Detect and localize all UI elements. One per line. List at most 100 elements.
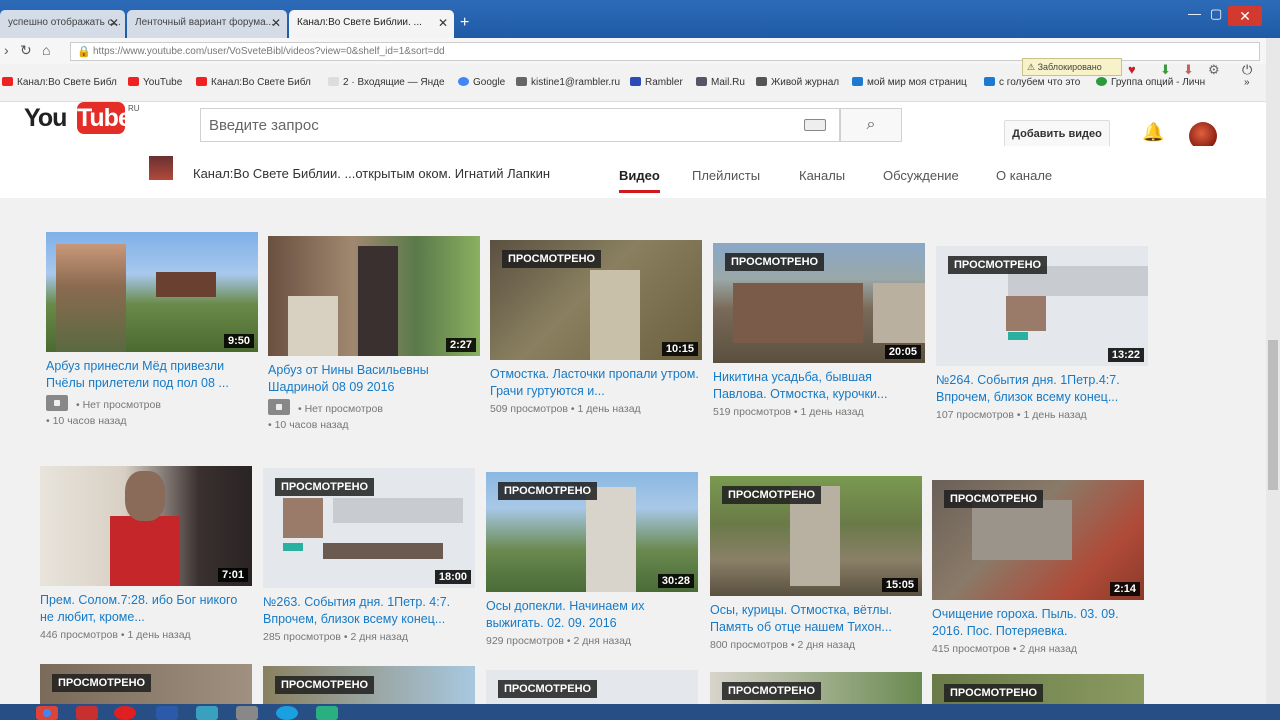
- video-title[interactable]: Отмостка. Ласточки пропали утром. Грачи …: [490, 366, 702, 400]
- bookmark-item[interactable]: YouTube: [128, 77, 182, 88]
- bookmark-item[interactable]: мой мир моя страниц: [852, 77, 967, 88]
- reload-icon[interactable]: ↻: [20, 42, 32, 59]
- bookmark-item[interactable]: Канал:Во Свете Библ: [2, 77, 117, 88]
- video-title[interactable]: Никитина усадьба, бывшая Павлова. Отмост…: [713, 369, 925, 403]
- bookmark-item[interactable]: Rambler: [630, 77, 683, 88]
- app-icon[interactable]: [76, 706, 98, 720]
- watched-badge: ПРОСМОТРЕНО: [275, 676, 375, 694]
- video-thumbnail[interactable]: 7:01: [40, 466, 252, 586]
- video-thumbnail[interactable]: ПРОСМОТРЕНО 13:22: [936, 246, 1148, 366]
- video-title[interactable]: Очищение гороха. Пыль. 03. 09. 2016. Пос…: [932, 606, 1144, 640]
- close-window-button[interactable]: ✕: [1228, 6, 1262, 26]
- close-tab-icon[interactable]: ✕: [438, 16, 448, 30]
- video-thumbnail[interactable]: ПРОСМОТРЕНО 20:05: [713, 243, 925, 363]
- video-card[interactable]: ПРОСМОТРЕНО 18:00 №263. События дня. 1Пе…: [263, 468, 475, 643]
- bookmark-item[interactable]: Группа опций - Личн: [1096, 77, 1205, 88]
- video-thumbnail[interactable]: ПРОСМОТРЕНО 30:28: [486, 472, 698, 592]
- views-text: 519 просмотров: [713, 406, 791, 418]
- browser-tab-1[interactable]: успешно отображать с... ✕: [0, 10, 125, 38]
- video-card[interactable]: ПРОСМОТРЕНО 13:22 №264. События дня. 1Пе…: [936, 246, 1148, 421]
- video-title[interactable]: Арбуз от Нины Васильевны Шадриной 08 09 …: [268, 362, 480, 396]
- video-card[interactable]: ПРОСМОТРЕНО 30:28 Осы допекли. Начинаем …: [486, 472, 698, 647]
- video-card[interactable]: ПРОСМОТРЕНО 2:14 Очищение гороха. Пыль. …: [932, 480, 1144, 655]
- bookmark-label: Группа опций - Личн: [1111, 77, 1206, 88]
- channel-name[interactable]: Канал:Во Свете Библии. ...открытым оком.…: [193, 166, 550, 181]
- tab-videos[interactable]: Видео: [619, 168, 660, 193]
- forward-icon[interactable]: ›: [4, 42, 9, 58]
- video-thumbnail[interactable]: 2:27: [268, 236, 480, 356]
- video-card[interactable]: 7:01 Прем. Солом.7:28. ибо Бог никого не…: [40, 466, 252, 641]
- add-video-button[interactable]: Добавить видео: [1004, 120, 1110, 148]
- search-button[interactable]: ⌕: [840, 108, 902, 142]
- home-icon[interactable]: ⌂: [42, 42, 50, 58]
- scrollbar-thumb[interactable]: [1268, 340, 1278, 490]
- power-icon[interactable]: ⏻: [1242, 62, 1252, 78]
- video-card[interactable]: ПРОСМОТРЕНО 10:15 Отмостка. Ласточки про…: [490, 240, 702, 415]
- video-thumbnail[interactable]: ПРОСМОТРЕНО 2:14: [932, 480, 1144, 600]
- tab-channels[interactable]: Каналы: [799, 168, 845, 183]
- chrome-icon[interactable]: [36, 706, 58, 720]
- video-card[interactable]: ПРОСМОТРЕНО 20:05 Никитина усадьба, бывш…: [713, 243, 925, 418]
- google-icon: [458, 77, 469, 86]
- close-tab-icon[interactable]: ✕: [109, 16, 119, 30]
- download-icon[interactable]: ⬇: [1160, 62, 1171, 78]
- tab-about[interactable]: О канале: [996, 168, 1052, 183]
- channel-avatar[interactable]: [149, 156, 173, 180]
- video-card[interactable]: ПРОСМОТРЕНО 15:05 Осы, курицы. Отмостка,…: [710, 476, 922, 651]
- keyboard-icon[interactable]: [804, 119, 826, 131]
- video-card[interactable]: 9:50 Арбуз принесли Мёд привезли Пчёлы п…: [46, 232, 258, 427]
- bookmark-item[interactable]: 2 · Входящие — Янде: [328, 77, 445, 88]
- bookmark-label: Mail.Ru: [711, 77, 745, 88]
- video-age: • 10 часов назад: [46, 415, 127, 427]
- opera-icon[interactable]: [114, 706, 136, 720]
- video-thumbnail[interactable]: ПРОСМОТРЕНО 18:00: [263, 468, 475, 588]
- app-icon[interactable]: [196, 706, 218, 720]
- video-title[interactable]: Осы допекли. Начинаем их выжигать. 02. 0…: [486, 598, 698, 632]
- views-text: 509 просмотров: [490, 403, 568, 415]
- tab-playlists[interactable]: Плейлисты: [692, 168, 760, 183]
- bookmark-item[interactable]: Mail.Ru: [696, 77, 745, 88]
- video-card[interactable]: 2:27 Арбуз от Нины Васильевны Шадриной 0…: [268, 236, 480, 431]
- video-meta: 446 просмотров • 1 день назад: [40, 629, 191, 641]
- bookmark-item[interactable]: Канал:Во Свете Библ: [196, 77, 311, 88]
- minimize-icon[interactable]: —: [1188, 6, 1201, 21]
- bookmark-label: Канал:Во Свете Библ: [211, 77, 311, 88]
- more-bookmarks-icon[interactable]: »: [1244, 77, 1250, 88]
- video-title[interactable]: Арбуз принесли Мёд привезли Пчёлы прилет…: [46, 358, 258, 392]
- bell-icon[interactable]: 🔔: [1142, 122, 1164, 143]
- blocked-indicator[interactable]: ⚠ Заблокировано: [1022, 58, 1122, 76]
- word-icon[interactable]: [156, 706, 178, 720]
- bookmark-item[interactable]: Живой журнал: [756, 77, 839, 88]
- bookmark-item[interactable]: Google: [458, 77, 505, 88]
- video-thumbnail[interactable]: ПРОСМОТРЕНО 10:15: [490, 240, 702, 360]
- tab-discussion[interactable]: Обсуждение: [883, 168, 959, 183]
- app-icon[interactable]: [236, 706, 258, 720]
- heart-icon[interactable]: ♥: [1128, 62, 1136, 77]
- video-duration: 30:28: [657, 574, 694, 588]
- bookmark-item[interactable]: с голубем что это: [984, 77, 1080, 88]
- search-icon: ⌕: [866, 116, 876, 133]
- video-thumbnail[interactable]: 9:50: [46, 232, 258, 352]
- video-thumbnail[interactable]: ПРОСМОТРЕНО 15:05: [710, 476, 922, 596]
- new-tab-button[interactable]: +: [460, 14, 469, 32]
- skype-icon[interactable]: [276, 706, 298, 720]
- close-tab-icon[interactable]: ✕: [271, 16, 281, 30]
- video-duration: 7:01: [217, 568, 248, 582]
- url-text: https://www.youtube.com/user/VoSveteBibl…: [93, 46, 445, 57]
- browser-tab-2[interactable]: Ленточный вариант форума... ✕: [127, 10, 287, 38]
- myworld-icon: [852, 77, 863, 86]
- bookmark-label: Живой журнал: [771, 77, 840, 88]
- browser-tab-3[interactable]: Канал:Во Свете Библии. ... ✕: [289, 10, 454, 38]
- settings-icon[interactable]: ⚙: [1208, 62, 1220, 78]
- video-title[interactable]: №263. События дня. 1Петр. 4:7. Впрочем, …: [263, 594, 475, 628]
- video-title[interactable]: №264. События дня. 1Петр.4:7. Впрочем, б…: [936, 372, 1148, 406]
- app-icon[interactable]: [316, 706, 338, 720]
- video-duration: 2:14: [1109, 582, 1140, 596]
- page-scrollbar[interactable]: [1266, 38, 1280, 720]
- maximize-icon[interactable]: ▢: [1210, 6, 1222, 22]
- video-title[interactable]: Прем. Солом.7:28. ибо Бог никого не люби…: [40, 592, 252, 626]
- search-input[interactable]: Введите запрос: [200, 108, 840, 142]
- addon-icon[interactable]: ⬇: [1183, 62, 1194, 78]
- video-title[interactable]: Осы, курицы. Отмостка, вётлы. Память об …: [710, 602, 922, 636]
- bookmark-item[interactable]: kistine1@rambler.ru: [516, 77, 620, 88]
